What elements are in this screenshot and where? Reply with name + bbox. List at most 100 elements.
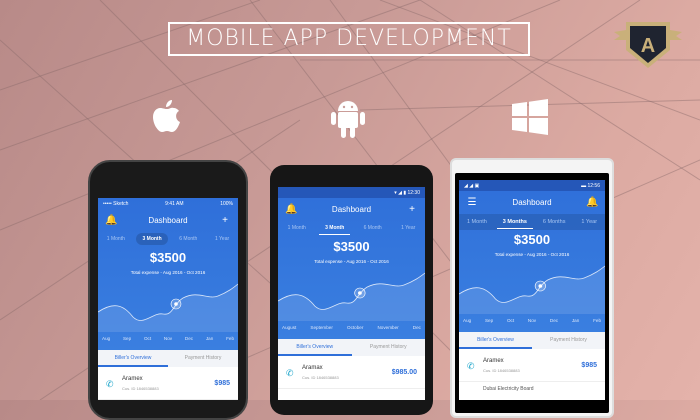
tab-billers-overview[interactable]: Biller's Overview: [459, 332, 532, 349]
chart-point[interactable]: [358, 291, 362, 295]
tab-period[interactable]: 6 Months: [537, 216, 572, 228]
month-label: Dec: [549, 318, 559, 323]
period-tabs: 1 Month 3 Month 6 Month 1 Year: [98, 232, 238, 246]
tab-billers-overview[interactable]: Biller's Overview: [278, 339, 352, 356]
month-label: Feb: [226, 336, 234, 341]
month-label: Sep: [484, 318, 494, 323]
section-tabs: Biller's Overview Payment History: [459, 332, 605, 349]
expense-subtitle: Total expense - Aug 2016 - Oct 2016: [314, 259, 389, 264]
month-label: September: [310, 325, 333, 330]
period-tabs: 1 Month 3 Month 6 Month 1 Year: [278, 221, 425, 235]
logo-badge: A: [614, 22, 682, 68]
tab-period[interactable]: 6 Month: [358, 222, 388, 234]
tab-period[interactable]: 1 Year: [209, 233, 235, 245]
month-label: August: [282, 325, 297, 330]
expense-chart: [278, 272, 425, 321]
biller-name: Aramex: [483, 358, 504, 364]
phone-icon: ✆: [286, 368, 294, 378]
bell-icon[interactable]: 🔔: [105, 215, 117, 226]
status-right: 100%: [220, 200, 233, 207]
total-amount: $3500: [149, 250, 187, 265]
expense-subtitle: Total expense - Aug 2016 - Oct 2016: [130, 270, 206, 275]
section-tabs: Biller's Overview Payment History: [278, 339, 425, 356]
tab-period[interactable]: 1 Month: [282, 222, 312, 234]
windows-icon: [512, 99, 548, 135]
tab-period[interactable]: 3 Month: [136, 233, 168, 245]
biller-amount: $985.00: [391, 369, 417, 376]
tab-payment-history[interactable]: Payment History: [532, 332, 605, 349]
period-tabs: 1 Month 3 Months 6 Months 1 Year: [459, 214, 605, 230]
chart-area: [98, 284, 238, 332]
tab-period[interactable]: 3 Month: [319, 222, 351, 235]
bell-icon[interactable]: 🔔: [285, 204, 297, 215]
windows-screen: ◢ ◢ ▣ ▬ 12:56 ☰ Dashboard 🔔 1 Month 3 Mon…: [459, 180, 605, 400]
month-label: Jan: [571, 318, 580, 323]
expense-chart: [98, 283, 238, 332]
biller-row[interactable]: ✆ Aramax Cus. ID 1846538883 $985.00: [278, 359, 425, 389]
month-axis: Aug Sep Oct Nov Dec Jan Feb: [98, 336, 238, 341]
total-amount: $3500: [513, 232, 551, 247]
month-label: Oct: [143, 336, 152, 341]
plus-icon[interactable]: +: [219, 215, 231, 226]
customer-id: Cus. ID 1846538883: [302, 375, 339, 380]
biller-name: Aramex: [122, 376, 143, 382]
tab-period[interactable]: 1 Year: [395, 222, 421, 234]
month-label: October: [347, 325, 364, 330]
month-label: Aug: [102, 336, 111, 341]
month-label: November: [377, 325, 399, 330]
tab-period[interactable]: 1 Year: [575, 216, 603, 228]
month-label: Aug: [463, 318, 472, 323]
month-label: Sep: [122, 336, 132, 341]
status-bar: ▾ ◢ ▮ 12:30: [278, 187, 425, 198]
tab-payment-history[interactable]: Payment History: [168, 350, 238, 367]
status-bar: ••••• Sketch 9:41 AM 100%: [98, 198, 238, 209]
menu-icon[interactable]: ☰: [466, 197, 478, 208]
month-axis: Aug Sep Oct Nov Dec Jan Feb: [459, 318, 605, 323]
chart-area: [459, 266, 605, 314]
tab-period[interactable]: 1 Month: [461, 216, 493, 228]
biller-amount: $985: [214, 380, 230, 387]
month-label: Nov: [527, 318, 537, 323]
month-label: Dec: [412, 325, 421, 330]
month-label: Dec: [184, 336, 194, 341]
app-header: 🔔 Dashboard +: [278, 200, 425, 218]
customer-id: Cus. ID 1846538883: [122, 386, 159, 391]
biller-amount: $985: [581, 362, 597, 369]
month-label: Nov: [163, 336, 173, 341]
chart-point[interactable]: [174, 302, 178, 306]
section-tabs: Biller's Overview Payment History: [98, 350, 238, 367]
iphone-screen: ••••• Sketch 9:41 AM 100% 🔔 Dashboard + …: [98, 198, 238, 400]
android-icon: [331, 101, 365, 138]
phone-icon: ✆: [106, 379, 114, 389]
tab-billers-overview[interactable]: Biller's Overview: [98, 350, 168, 367]
page-title: Dashboard: [331, 204, 372, 214]
biller-row[interactable]: ✆ Aramex Cus. ID 1846538883 $985: [459, 352, 605, 382]
tab-period[interactable]: 1 Month: [101, 233, 131, 245]
month-label: Feb: [593, 318, 601, 323]
status-time: 9:41 AM: [165, 200, 184, 207]
expense-chart: [459, 265, 605, 314]
month-label: Jan: [205, 336, 214, 341]
page-title: Dashboard: [148, 215, 188, 225]
customer-id: Cus. ID 1846538883: [483, 368, 520, 373]
svg-text:A: A: [641, 35, 655, 57]
status-right: ▾ ◢ ▮ 12:30: [394, 189, 420, 196]
biller-name: Aramax: [302, 365, 323, 371]
tab-period[interactable]: 6 Month: [173, 233, 203, 245]
chart-area: [278, 273, 425, 321]
page-title: Dashboard: [512, 197, 552, 207]
tab-payment-history[interactable]: Payment History: [352, 339, 426, 356]
status-left: ◢ ◢ ▣: [464, 182, 480, 189]
expense-subtitle: Total expense - Aug 2016 - Oct 2016: [494, 252, 570, 257]
app-header: ☰ Dashboard 🔔: [459, 193, 605, 211]
tab-period[interactable]: 3 Months: [496, 216, 533, 229]
phone-icon: ✆: [467, 361, 475, 371]
chart-point[interactable]: [538, 284, 543, 288]
banner-title: MOBILE APP DEVELOPMENT: [168, 22, 530, 56]
bell-icon[interactable]: 🔔: [586, 197, 598, 208]
biller-row[interactable]: ✆ Aramex Cus. ID 1846538883 $985: [98, 370, 238, 400]
plus-icon[interactable]: +: [406, 204, 418, 215]
status-bar: ◢ ◢ ▣ ▬ 12:56: [459, 180, 605, 191]
app-header: 🔔 Dashboard +: [98, 211, 238, 229]
month-label: Oct: [506, 318, 515, 323]
